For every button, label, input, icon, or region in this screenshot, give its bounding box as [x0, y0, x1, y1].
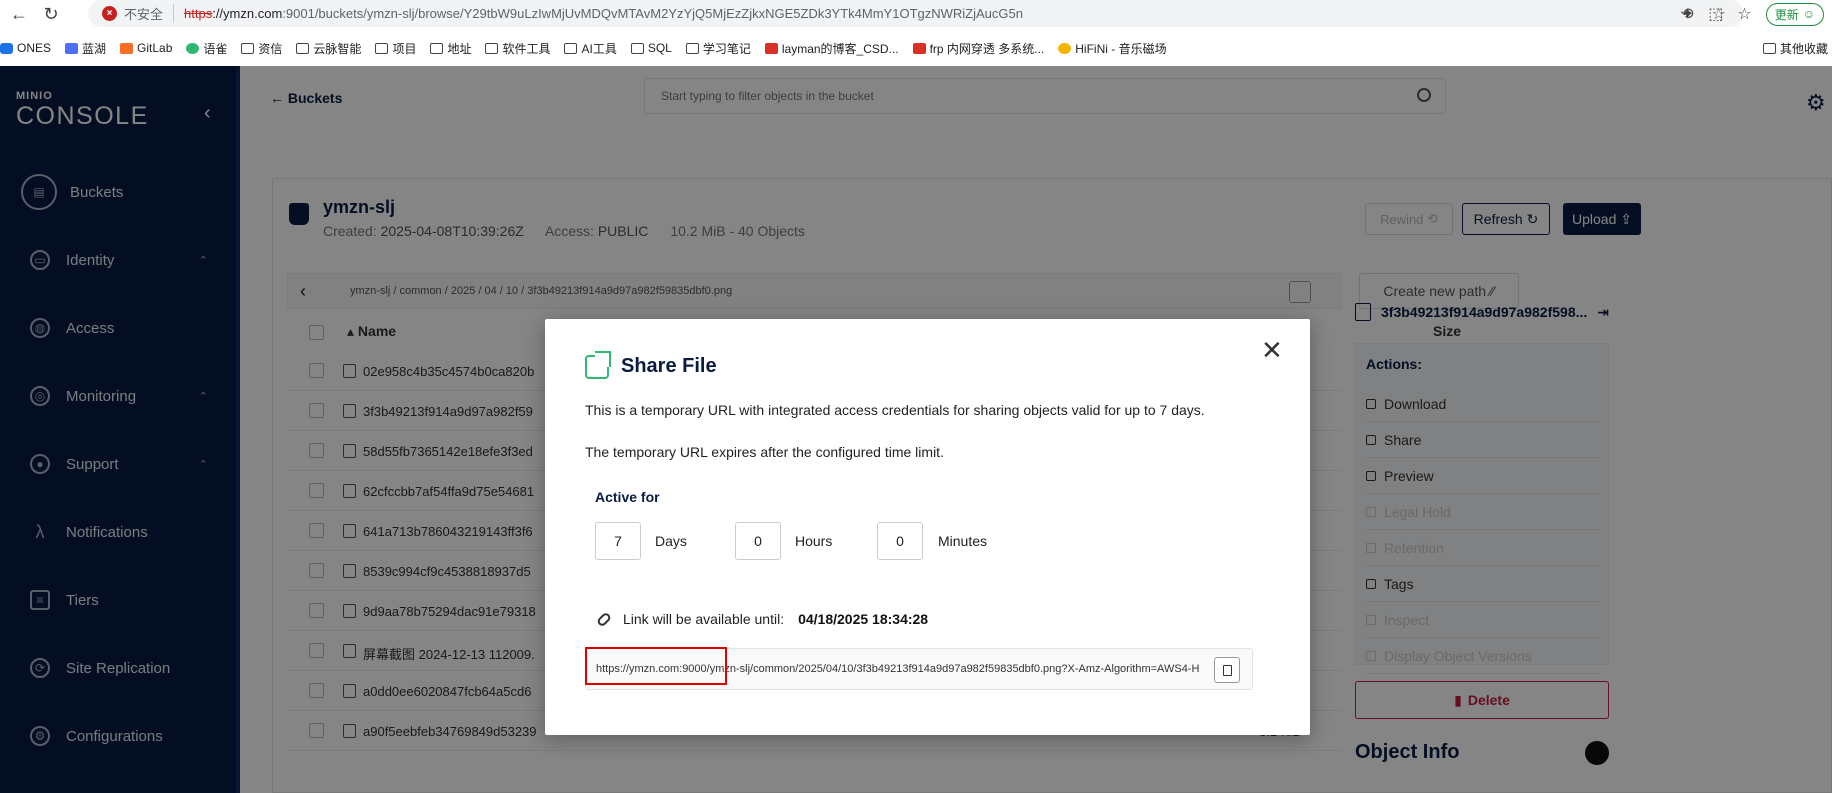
bookmark-folder[interactable]: AI工具	[564, 40, 617, 57]
browser-toolbar: ← ↻ × 不安全 https ://ymzn.com :9001/bucket…	[0, 0, 1832, 28]
bookmark-item[interactable]: frp 内网穿透 多系统...	[912, 40, 1044, 57]
link-expiry-date: 04/18/2025 18:34:28	[798, 611, 929, 627]
bookmark-folder[interactable]: 地址	[430, 40, 471, 57]
annotation-highlight-box	[585, 647, 727, 685]
bookmark-folder[interactable]: 软件工具	[485, 40, 550, 57]
yuque-icon	[186, 42, 200, 54]
extension-icon[interactable]: ✦	[1681, 4, 1694, 24]
folder-icon	[630, 42, 644, 54]
not-secure-icon: ×	[102, 6, 117, 21]
share-icon	[585, 351, 611, 379]
ones-icon	[0, 42, 13, 54]
close-icon[interactable]: ✕	[1261, 337, 1283, 363]
hifini-icon	[1058, 42, 1072, 54]
link-availability: Link will be available until: 04/18/2025…	[595, 610, 929, 628]
days-input[interactable]: 7	[595, 522, 641, 560]
bookmark-folder[interactable]: 项目	[375, 40, 416, 57]
bookmark-item[interactable]: layman的博客_CSD...	[764, 40, 899, 57]
bookmarks-bar: ONES 蓝湖 GitLab 语雀 资信 云脉智能 项目 地址 软件工具 AI工…	[0, 36, 1832, 60]
csdn-icon	[764, 42, 778, 54]
bookmark-item[interactable]: GitLab	[120, 41, 172, 55]
folder-icon	[430, 42, 444, 54]
folder-icon	[564, 42, 578, 54]
folder-icon	[296, 42, 310, 54]
back-arrow-icon[interactable]: ←	[6, 1, 32, 27]
bookmarks-list-icon[interactable]: ☆	[1737, 4, 1751, 24]
link-icon	[595, 610, 613, 628]
folder-icon	[485, 42, 499, 54]
folder-icon	[241, 42, 255, 54]
share-file-dialog: ✕ Share File This is a temporary URL wit…	[545, 319, 1310, 735]
bookmark-item[interactable]: 蓝湖	[65, 40, 106, 57]
url-path: :9001/buckets/ymzn-slj/browse/Y29tbW9uLz…	[282, 6, 1023, 21]
url-host: ://ymzn.com	[212, 6, 283, 21]
bookmark-item[interactable]: 语雀	[186, 40, 227, 57]
copy-url-icon[interactable]	[1214, 657, 1240, 683]
lanhu-icon	[65, 42, 79, 54]
bookmark-folder[interactable]: 资信	[241, 40, 282, 57]
update-button[interactable]: 更新 ☺	[1765, 2, 1824, 26]
avatar-icon: ☺	[1802, 7, 1815, 21]
bookmark-item[interactable]: ONES	[0, 41, 51, 55]
folder-icon	[375, 42, 389, 54]
bookmark-folder[interactable]: 云脉智能	[296, 40, 361, 57]
dialog-title: Share File	[621, 355, 717, 377]
bookmark-folder[interactable]: SQL	[630, 41, 672, 55]
bookmark-folder[interactable]: 学习笔记	[685, 40, 751, 57]
hours-label: Hours	[795, 533, 833, 549]
active-for-label: Active for	[595, 489, 660, 505]
days-label: Days	[655, 533, 687, 549]
address-bar[interactable]: × 不安全 https ://ymzn.com :9001/buckets/ym…	[88, 0, 1744, 27]
minutes-label: Minutes	[938, 533, 988, 549]
puzzle-icon[interactable]: ⬚	[1708, 4, 1723, 24]
hours-input[interactable]: 0	[735, 522, 781, 560]
minutes-input[interactable]: 0	[877, 522, 923, 560]
folder-icon	[685, 42, 699, 54]
other-bookmarks[interactable]: 其他收藏	[1762, 36, 1828, 60]
url-protocol: https	[184, 6, 213, 21]
not-secure-label[interactable]: 不安全	[124, 4, 175, 23]
bookmark-item[interactable]: HiFiNi - 音乐磁场	[1058, 40, 1167, 57]
folder-icon	[1762, 42, 1776, 54]
csdn-icon	[912, 42, 926, 54]
gitlab-icon	[120, 42, 134, 54]
dialog-description: This is a temporary URL with integrated …	[585, 402, 1205, 418]
dialog-expiry-note: The temporary URL expires after the conf…	[585, 444, 944, 460]
reload-icon[interactable]: ↻	[38, 1, 64, 27]
